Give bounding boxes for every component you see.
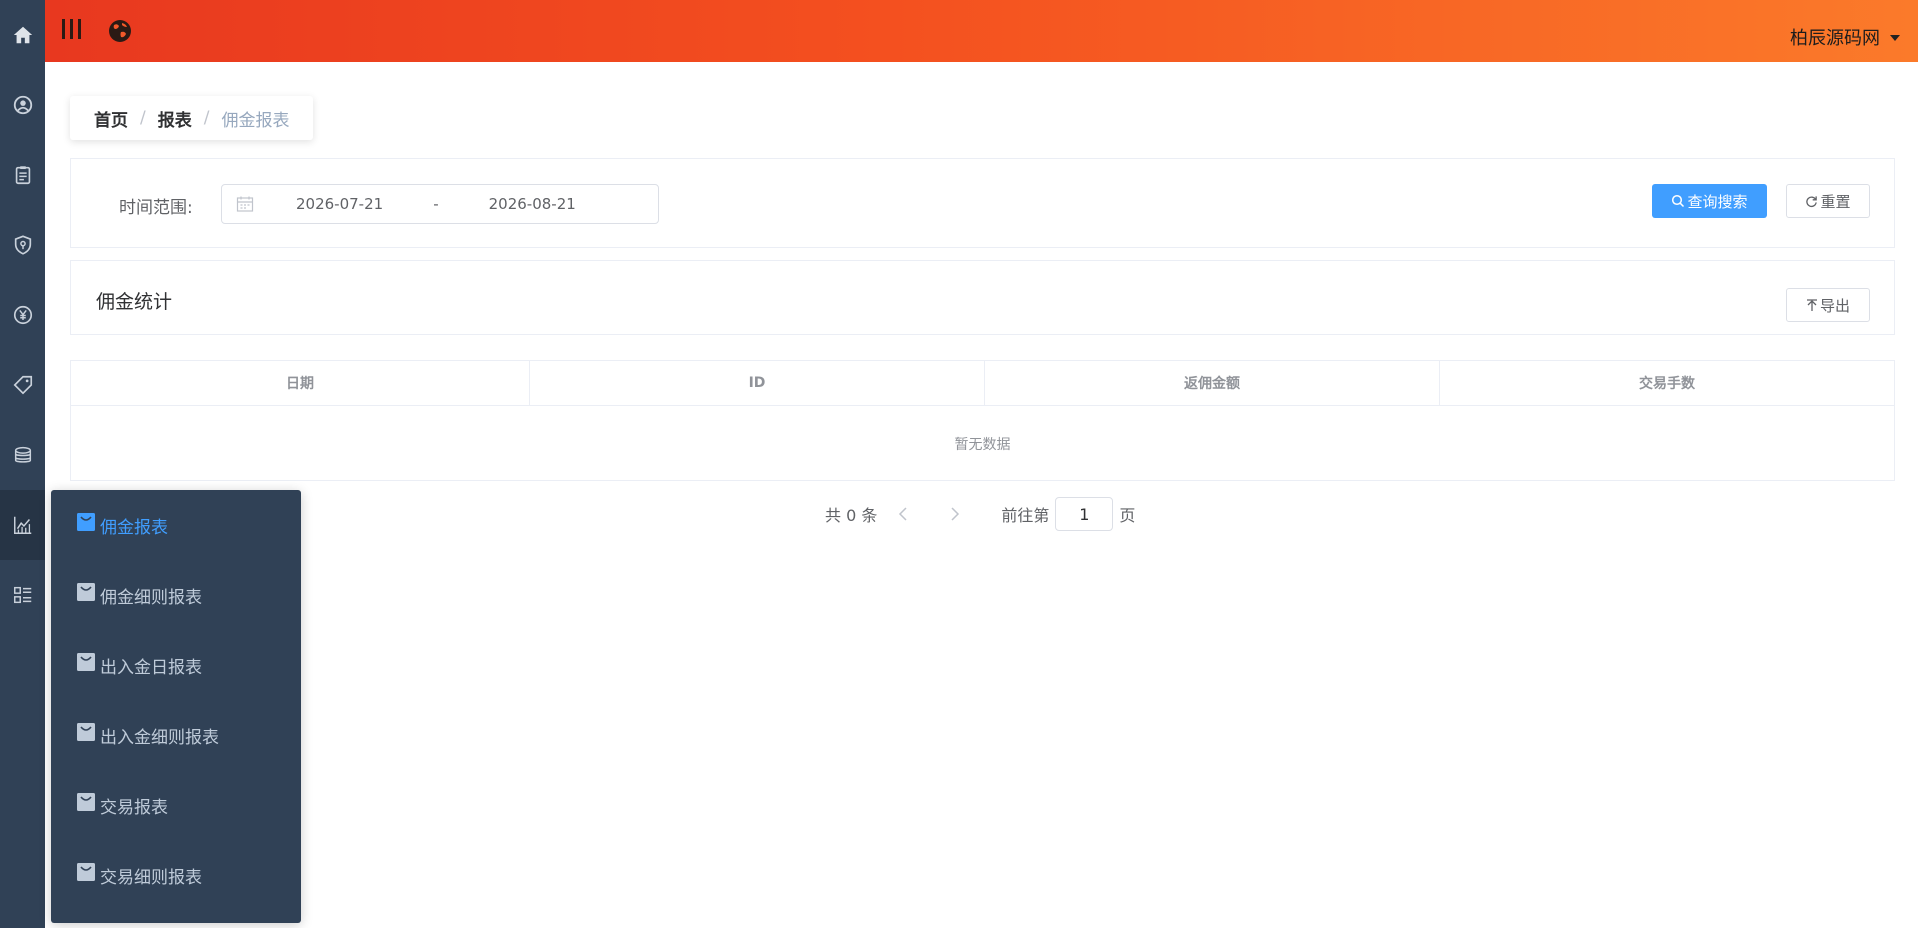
next-page-button[interactable] bbox=[942, 501, 968, 527]
tag-icon bbox=[13, 375, 32, 395]
stats-title: 佣金统计 bbox=[96, 291, 173, 313]
caret-down-icon bbox=[1890, 35, 1900, 41]
rail-item-home[interactable] bbox=[0, 0, 45, 70]
breadcrumb-section[interactable]: 报表 bbox=[158, 106, 192, 131]
username-label: 柏辰源码网 bbox=[1790, 28, 1880, 49]
globe-icon[interactable] bbox=[107, 18, 133, 44]
search-button-label: 查询搜索 bbox=[1687, 192, 1748, 211]
search-button[interactable]: 查询搜索 bbox=[1652, 184, 1767, 218]
shopping-bag-icon bbox=[77, 653, 95, 671]
user-circle-icon bbox=[13, 95, 32, 115]
breadcrumb-separator: / bbox=[140, 108, 146, 128]
shield-icon bbox=[14, 235, 31, 255]
yen-icon bbox=[13, 305, 32, 325]
pagination: 共 0 条 前往第 页 bbox=[825, 497, 1135, 531]
range-separator: - bbox=[433, 195, 439, 213]
clipboard-icon bbox=[15, 166, 30, 185]
filter-panel: 时间范围: 2026-07-21 - 2026-08-21 查询搜索 重置 bbox=[70, 158, 1895, 248]
rail-item-shield[interactable] bbox=[0, 210, 45, 280]
export-button[interactable]: 导出 bbox=[1786, 288, 1870, 322]
shopping-bag-icon bbox=[77, 583, 95, 601]
table-header: 日期 ID 返佣金额 交易手数 bbox=[71, 361, 1894, 406]
submenu-item-label: 交易细则报表 bbox=[100, 867, 202, 888]
hamburger-icon[interactable] bbox=[59, 16, 85, 42]
date-range-label: 时间范围: bbox=[119, 198, 193, 218]
submenu-item-deposit-detail-report[interactable]: 出入金细则报表 bbox=[51, 700, 301, 770]
reset-button-label: 重置 bbox=[1820, 192, 1851, 211]
goto-suffix: 页 bbox=[1119, 506, 1136, 525]
column-header-id: ID bbox=[530, 361, 985, 405]
top-navbar: 柏辰源码网 bbox=[45, 0, 1918, 62]
prev-page-button[interactable] bbox=[890, 501, 916, 527]
chevron-right-icon bbox=[951, 507, 960, 521]
end-date-input[interactable]: 2026-08-21 bbox=[489, 195, 576, 213]
submenu-item-label: 佣金细则报表 bbox=[100, 587, 202, 608]
submenu-item-label: 佣金报表 bbox=[100, 517, 168, 538]
refresh-icon bbox=[1806, 195, 1818, 207]
upload-icon bbox=[1806, 298, 1817, 311]
column-header-date: 日期 bbox=[71, 361, 530, 405]
user-menu[interactable]: 柏辰源码网 bbox=[1790, 24, 1900, 50]
chevron-left-icon bbox=[899, 507, 907, 521]
commission-table: 日期 ID 返佣金额 交易手数 暂无数据 bbox=[70, 360, 1895, 481]
home-icon bbox=[13, 26, 32, 44]
coins-icon bbox=[14, 446, 31, 463]
goto-prefix: 前往第 bbox=[1001, 506, 1050, 525]
list-icon bbox=[13, 586, 31, 604]
shopping-bag-icon bbox=[77, 793, 95, 811]
rail-item-user[interactable] bbox=[0, 70, 45, 140]
shopping-bag-icon bbox=[77, 513, 95, 531]
reports-submenu: 佣金报表 佣金细则报表 出入金日报表 出入金细则报表 交易报表 交易细则报表 bbox=[51, 490, 301, 923]
breadcrumb-home[interactable]: 首页 bbox=[94, 106, 128, 131]
chart-line-icon bbox=[13, 516, 31, 534]
submenu-item-trade-detail-report[interactable]: 交易细则报表 bbox=[51, 840, 301, 910]
commission-stats-panel: 佣金统计 导出 bbox=[70, 260, 1895, 335]
submenu-item-label: 出入金细则报表 bbox=[100, 727, 219, 748]
empty-state-text: 暂无数据 bbox=[954, 436, 1011, 453]
submenu-item-deposit-daily-report[interactable]: 出入金日报表 bbox=[51, 630, 301, 700]
submenu-item-commission-report[interactable]: 佣金报表 bbox=[51, 490, 301, 560]
submenu-item-label: 交易报表 bbox=[100, 797, 168, 818]
start-date-input[interactable]: 2026-07-21 bbox=[296, 195, 383, 213]
export-button-label: 导出 bbox=[1819, 296, 1850, 315]
search-icon bbox=[1672, 194, 1685, 208]
column-header-rebate-amount: 返佣金额 bbox=[985, 361, 1440, 405]
rail-item-clipboard[interactable] bbox=[0, 140, 45, 210]
rail-item-coins[interactable] bbox=[0, 420, 45, 490]
shopping-bag-icon bbox=[77, 723, 95, 741]
submenu-item-trade-report[interactable]: 交易报表 bbox=[51, 770, 301, 840]
goto-page-input[interactable] bbox=[1055, 497, 1114, 531]
date-range-picker[interactable]: 2026-07-21 - 2026-08-21 bbox=[221, 184, 659, 224]
column-header-lots: 交易手数 bbox=[1639, 376, 1695, 392]
rail-item-tag[interactable] bbox=[0, 350, 45, 420]
rail-item-finance[interactable] bbox=[0, 280, 45, 350]
reset-button[interactable]: 重置 bbox=[1786, 184, 1870, 218]
breadcrumb: 首页 / 报表 / 佣金报表 bbox=[70, 96, 314, 140]
submenu-item-label: 出入金日报表 bbox=[100, 657, 202, 678]
rail-item-reports[interactable] bbox=[0, 490, 45, 560]
total-count: 共 0 条 bbox=[825, 506, 878, 525]
rail-item-list[interactable] bbox=[0, 560, 45, 630]
breadcrumb-current: 佣金报表 bbox=[221, 110, 290, 131]
calendar-icon bbox=[236, 196, 254, 212]
submenu-item-commission-detail-report[interactable]: 佣金细则报表 bbox=[51, 560, 301, 630]
breadcrumb-separator: / bbox=[203, 108, 210, 128]
shopping-bag-icon bbox=[77, 863, 95, 881]
sidebar-rail bbox=[0, 0, 45, 928]
